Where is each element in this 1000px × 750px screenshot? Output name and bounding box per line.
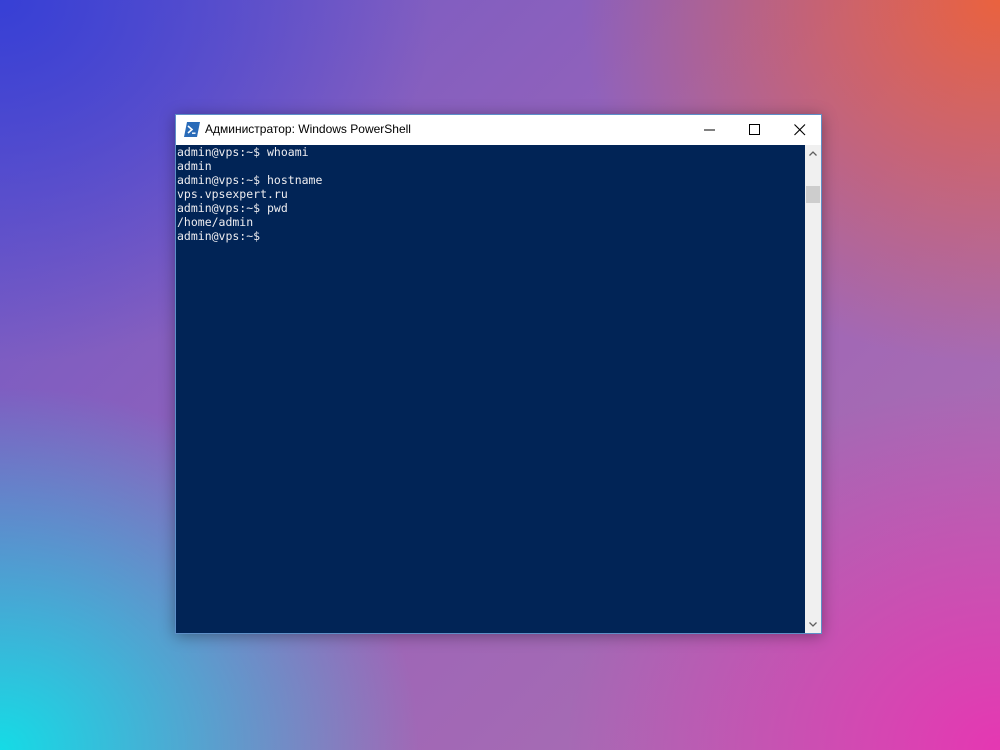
powershell-window[interactable]: Администратор: Windows PowerShell admin@… [175, 114, 822, 634]
console-line: vps.vpsexpert.ru [177, 187, 288, 201]
scroll-up-button[interactable] [805, 145, 821, 162]
maximize-button[interactable] [732, 115, 778, 145]
maximize-icon [749, 124, 760, 135]
console-output: admin@vps:~$ whoami admin admin@vps:~$ h… [176, 145, 805, 243]
close-button[interactable] [777, 115, 823, 145]
console-area[interactable]: admin@vps:~$ whoami admin admin@vps:~$ h… [176, 145, 805, 633]
scroll-down-button[interactable] [805, 616, 821, 633]
vertical-scrollbar[interactable] [805, 145, 821, 633]
chevron-up-icon [809, 151, 817, 156]
console-line: admin [177, 159, 212, 173]
console-line: admin@vps:~$ pwd [177, 201, 288, 215]
close-icon [794, 124, 806, 136]
console-line: admin@vps:~$ whoami [177, 145, 309, 159]
console-line: admin@vps:~$ hostname [177, 173, 323, 187]
minimize-icon [704, 129, 715, 131]
desktop-background: Администратор: Windows PowerShell admin@… [0, 0, 1000, 750]
scroll-thumb[interactable] [806, 186, 820, 203]
chevron-down-icon [809, 622, 817, 627]
window-title: Администратор: Windows PowerShell [205, 122, 411, 136]
powershell-icon[interactable] [184, 122, 200, 137]
console-prompt[interactable]: admin@vps:~$ [176, 229, 805, 243]
minimize-button[interactable] [687, 115, 733, 145]
title-bar[interactable]: Администратор: Windows PowerShell [176, 115, 821, 145]
console-line: /home/admin [177, 215, 254, 229]
